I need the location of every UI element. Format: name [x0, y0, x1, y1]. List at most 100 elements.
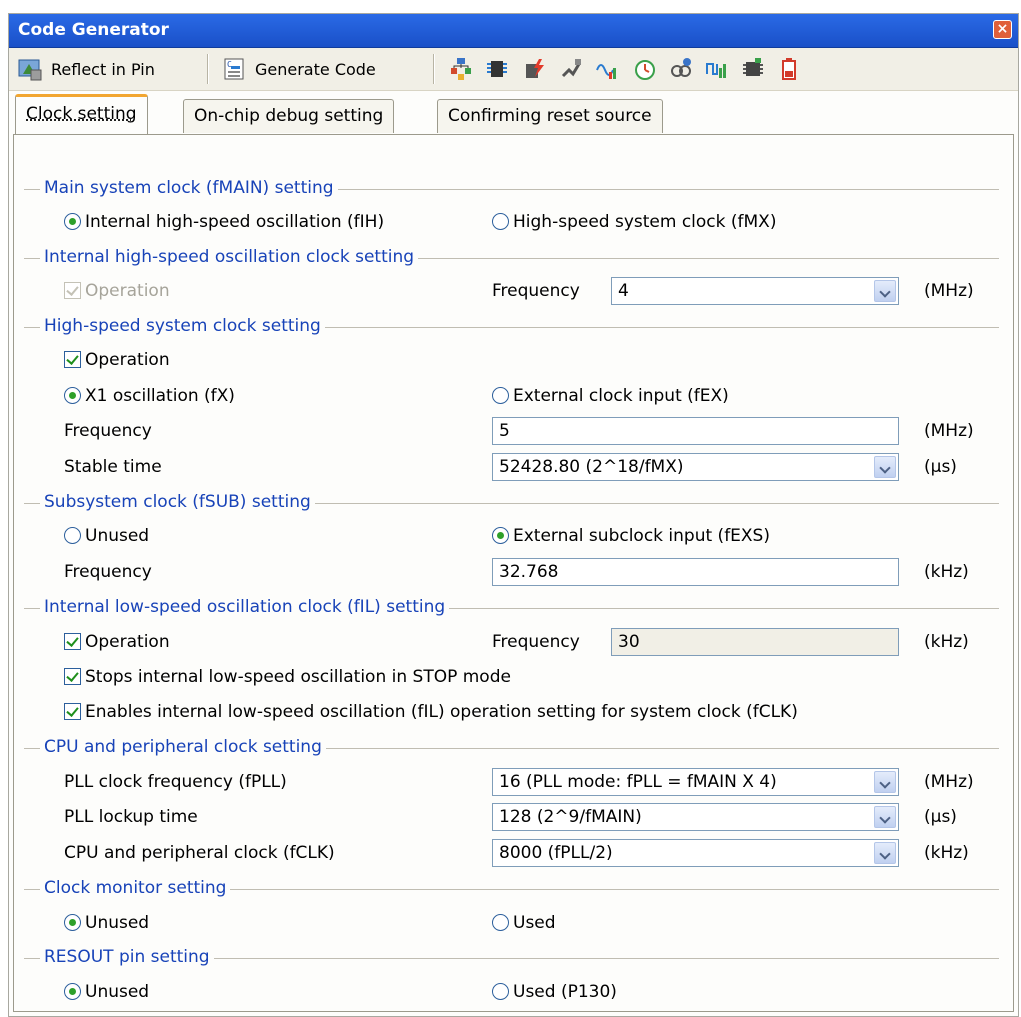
radio-indicator: [492, 387, 509, 404]
highspeed-frequency-input[interactable]: 5: [492, 417, 899, 445]
checkbox-indicator: [64, 633, 81, 650]
radio-indicator: [492, 983, 509, 1000]
tab-label: On-chip debug setting: [194, 106, 384, 126]
tab-strip: Clock setting On-chip debug setting Conf…: [9, 91, 1018, 135]
toolbar: Reflect in Pin C Generate Code: [9, 48, 1018, 91]
serial-icon[interactable]: [559, 56, 583, 82]
chevron-down-icon[interactable]: [874, 842, 896, 864]
pwm-icon[interactable]: [705, 56, 729, 82]
tab-clock-setting[interactable]: Clock setting: [15, 94, 148, 134]
radio-external-subclock[interactable]: External subclock input (fEXS): [492, 526, 770, 546]
checkbox-indicator: [64, 282, 81, 299]
group-subsystem: Subsystem clock (fSUB) setting: [24, 492, 999, 512]
pll-frequency-label: PLL clock frequency (fPLL): [64, 772, 287, 792]
group-label: CPU and peripheral clock setting: [40, 737, 326, 757]
radio-highspeed-system[interactable]: High-speed system clock (fMX): [492, 212, 776, 232]
group-internal-hs: Internal high-speed oscillation clock se…: [24, 247, 999, 267]
close-icon: ×: [996, 21, 1009, 37]
radio-monitor-used[interactable]: Used: [492, 913, 556, 933]
title-bar[interactable]: Code Generator ×: [9, 14, 1018, 48]
unit-label: (kHz): [924, 632, 969, 652]
group-label: Subsystem clock (fSUB) setting: [40, 492, 315, 512]
close-button[interactable]: ×: [993, 20, 1012, 39]
radio-indicator: [64, 983, 81, 1000]
tab-label: Clock setting: [26, 104, 137, 124]
tab-label: Confirming reset source: [448, 106, 652, 126]
pll-frequency-select[interactable]: 16 (PLL mode: fPLL = fMAIN X 4): [492, 768, 899, 796]
pll-lockup-select[interactable]: 128 (2^9/fMAIN): [492, 803, 899, 831]
group-label: Internal low-speed oscillation clock (fI…: [40, 597, 450, 617]
stable-time-select[interactable]: 52428.80 (2^18/fMX): [492, 453, 899, 481]
check-internal-ls-operation[interactable]: Operation: [64, 632, 170, 652]
tab-on-chip-debug[interactable]: On-chip debug setting: [183, 99, 395, 133]
internal-hs-frequency-select[interactable]: 4: [611, 277, 899, 305]
unit-label: (MHz): [924, 421, 974, 441]
watchdog-icon[interactable]: [669, 56, 693, 82]
radio-label: Internal high-speed oscillation (fIH): [85, 212, 385, 232]
interrupt-icon[interactable]: [523, 56, 547, 82]
chevron-down-icon[interactable]: [874, 771, 896, 793]
radio-label: X1 oscillation (fX): [85, 386, 235, 406]
radio-external-clock[interactable]: External clock input (fEX): [492, 386, 729, 406]
generate-code-button[interactable]: C Generate Code: [221, 53, 376, 85]
radio-monitor-unused[interactable]: Unused: [64, 913, 149, 933]
port-icon[interactable]: [485, 56, 509, 82]
radio-indicator: [492, 914, 509, 931]
unit-label: (MHz): [924, 772, 974, 792]
check-stop-mode[interactable]: Stops internal low-speed oscillation in …: [64, 667, 511, 687]
radio-indicator: [64, 914, 81, 931]
generate-code-icon: C: [221, 56, 247, 82]
radio-label: Unused: [85, 913, 150, 933]
window-title: Code Generator: [18, 20, 169, 40]
group-main-clock: Main system clock (fMAIN) setting: [24, 178, 999, 198]
select-value: 128 (2^9/fMAIN): [499, 807, 642, 827]
pin-config-icon[interactable]: [449, 56, 473, 82]
radio-subsystem-unused[interactable]: Unused: [64, 526, 149, 546]
radio-x1-oscillation[interactable]: X1 oscillation (fX): [64, 386, 235, 406]
timer-icon[interactable]: [633, 56, 657, 82]
battery-icon[interactable]: [777, 56, 801, 82]
checkbox-label: Operation: [85, 632, 170, 652]
radio-internal-hs[interactable]: Internal high-speed oscillation (fIH): [64, 212, 384, 232]
group-clock-monitor: Clock monitor setting: [24, 878, 999, 898]
select-value: 16 (PLL mode: fPLL = fMAIN X 4): [499, 772, 777, 792]
chevron-down-icon[interactable]: [874, 456, 896, 478]
input-value: 5: [499, 421, 510, 441]
adc-icon[interactable]: [595, 56, 619, 82]
stable-time-label: Stable time: [64, 457, 162, 477]
unit-label: (kHz): [924, 562, 969, 582]
checkbox-indicator: [64, 351, 81, 368]
internal-ls-frequency-label: Frequency: [492, 632, 580, 652]
chevron-down-icon[interactable]: [874, 280, 896, 302]
chevron-down-icon[interactable]: [874, 806, 896, 828]
subsystem-frequency-input[interactable]: 32.768: [492, 558, 899, 586]
checkbox-label: Enables internal low-speed oscillation (…: [85, 702, 798, 722]
pll-lockup-label: PLL lockup time: [64, 807, 198, 827]
group-label: RESOUT pin setting: [40, 947, 214, 967]
select-value: 4: [618, 281, 629, 301]
checkbox-label: Operation: [85, 281, 170, 301]
radio-label: Unused: [85, 526, 150, 546]
generate-label: Generate Code: [255, 59, 376, 79]
radio-label: External subclock input (fEXS): [513, 526, 770, 546]
radio-resout-used[interactable]: Used (P130): [492, 982, 617, 1002]
checkbox-label: Operation: [85, 350, 170, 370]
unit-label: (µs): [924, 807, 957, 827]
checkbox-indicator: [64, 703, 81, 720]
radio-indicator: [492, 213, 509, 230]
tab-reset-source[interactable]: Confirming reset source: [437, 99, 663, 133]
radio-indicator: [64, 527, 81, 544]
group-label: Clock monitor setting: [40, 878, 231, 898]
dma-icon[interactable]: [741, 56, 765, 82]
highspeed-frequency-label: Frequency: [64, 421, 152, 441]
check-enables-fil[interactable]: Enables internal low-speed oscillation (…: [64, 702, 798, 722]
radio-resout-unused[interactable]: Unused: [64, 982, 149, 1002]
clock-setting-panel: Main system clock (fMAIN) setting Intern…: [13, 134, 1014, 1012]
fclk-select[interactable]: 8000 (fPLL/2): [492, 839, 899, 867]
group-label: Internal high-speed oscillation clock se…: [40, 247, 419, 267]
unit-label: (MHz): [924, 281, 974, 301]
reflect-in-pin-button[interactable]: Reflect in Pin: [17, 53, 155, 85]
group-highspeed: High-speed system clock setting: [24, 316, 999, 336]
check-highspeed-operation[interactable]: Operation: [64, 350, 170, 370]
subsystem-frequency-label: Frequency: [64, 562, 152, 582]
